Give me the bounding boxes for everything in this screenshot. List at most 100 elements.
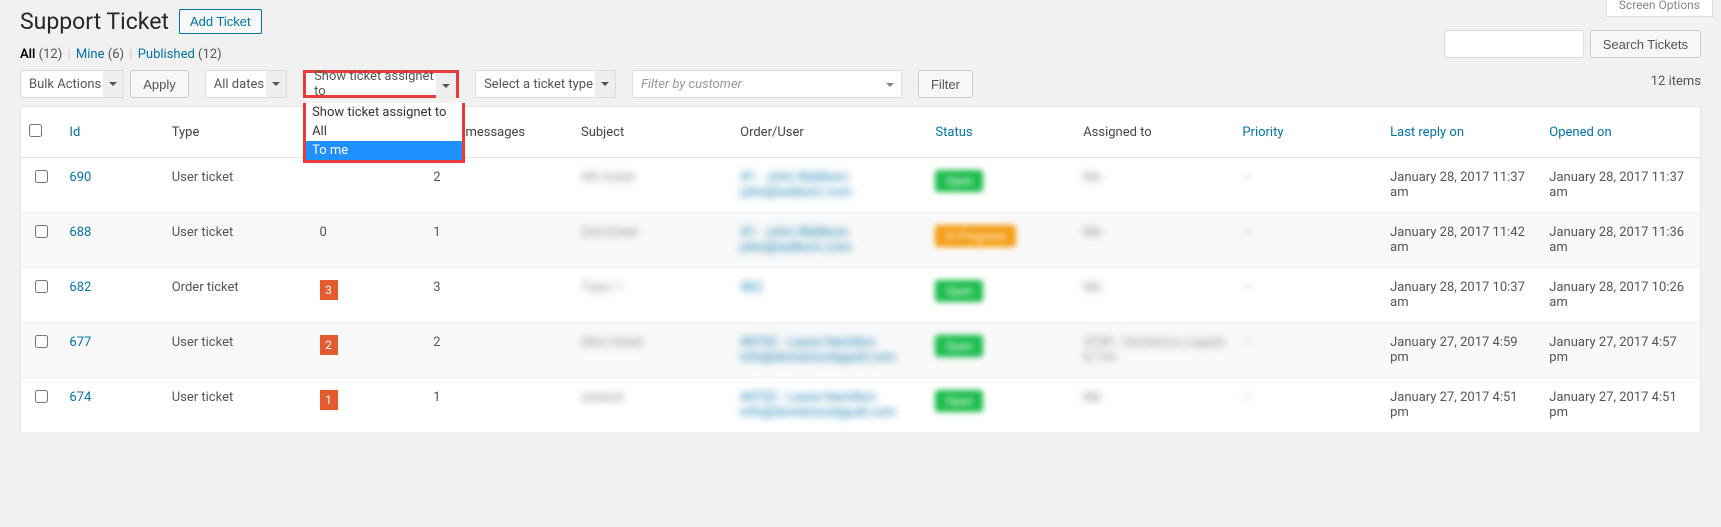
priority: — xyxy=(1242,390,1252,405)
col-priority[interactable]: Priority xyxy=(1234,107,1382,158)
tickets-table: Id Type Unread messages Total messages S… xyxy=(20,106,1701,433)
search-tickets-button[interactable]: Search Tickets xyxy=(1590,30,1701,58)
opened-on: January 27, 2017 4:57 pm xyxy=(1541,323,1700,378)
ticket-type: User ticket xyxy=(164,213,312,268)
filter-published-link[interactable]: Published xyxy=(138,47,195,62)
chevron-down-icon xyxy=(103,71,123,97)
ticket-id-link[interactable]: 674 xyxy=(69,390,91,405)
assigned-to: Me xyxy=(1083,390,1101,405)
last-reply: January 27, 2017 4:51 pm xyxy=(1382,378,1541,433)
all-dates-select[interactable]: All dates xyxy=(205,70,287,98)
status-badge: Open xyxy=(935,280,983,302)
filter-published-count: (12) xyxy=(198,47,222,62)
ticket-id-link[interactable]: 688 xyxy=(69,225,91,240)
last-reply: January 28, 2017 10:37 am xyxy=(1382,268,1541,323)
chevron-down-icon xyxy=(595,71,615,97)
ticket-id-link[interactable]: 677 xyxy=(69,335,91,350)
assigned-to: #700 - Domenico Lagudi & Tim xyxy=(1083,335,1224,365)
unread-badge: 1 xyxy=(320,390,338,410)
table-row: 677 User ticket 2 2 Altro ticket #4702 -… xyxy=(21,323,1701,378)
col-reply[interactable]: Last reply on xyxy=(1382,107,1541,158)
ticket-subject: asdasd xyxy=(581,390,623,405)
last-reply: January 27, 2017 4:59 pm xyxy=(1382,323,1541,378)
ticket-type: User ticket xyxy=(164,378,312,433)
assigned-to-dropdown: Show ticket assignet to All To me xyxy=(303,103,465,163)
status-badge: Open xyxy=(935,170,983,192)
order-user[interactable]: #4702 - Laura Hamilton info@domenicolagu… xyxy=(740,335,896,365)
filter-all-count: (12) xyxy=(39,47,63,62)
caret-down-icon xyxy=(885,79,895,94)
assigned-to: Me xyxy=(1083,170,1101,185)
col-type: Type xyxy=(164,107,312,158)
ticket-subject: Topic 1 xyxy=(581,280,623,295)
screen-options-button[interactable]: Screen Options xyxy=(1606,0,1713,17)
col-user: Order/User xyxy=(732,107,927,158)
total-messages: 2 xyxy=(425,158,573,213)
assigned-option-all[interactable]: All xyxy=(306,122,462,141)
status-badge: In Progress xyxy=(935,225,1016,247)
opened-on: January 27, 2017 4:51 pm xyxy=(1541,378,1700,433)
total-messages: 1 xyxy=(425,213,573,268)
assigned-to: Me xyxy=(1083,225,1101,240)
last-reply: January 28, 2017 11:37 am xyxy=(1382,158,1541,213)
add-ticket-button[interactable]: Add Ticket xyxy=(179,9,262,34)
col-status[interactable]: Status xyxy=(927,107,1075,158)
table-row: 674 User ticket 1 1 asdasd #4702 - Laura… xyxy=(21,378,1701,433)
ticket-subject: 2nd ticket xyxy=(581,225,638,240)
ticket-id-link[interactable]: 682 xyxy=(69,280,91,295)
assigned-option-to-me[interactable]: To me xyxy=(306,141,462,160)
filter-by-customer-select[interactable]: Filter by customer xyxy=(632,70,902,98)
status-badge: Open xyxy=(935,335,983,357)
select-all-checkbox[interactable] xyxy=(29,124,42,137)
last-reply: January 28, 2017 11:42 am xyxy=(1382,213,1541,268)
ticket-type: Order ticket xyxy=(164,268,312,323)
ticket-type-select[interactable]: Select a ticket type xyxy=(475,70,616,98)
chevron-down-icon xyxy=(436,73,456,99)
filter-mine-count: (6) xyxy=(108,47,124,62)
priority: — xyxy=(1242,335,1252,350)
table-row: 690 User ticket 2 4th ticket #1 - John W… xyxy=(21,158,1701,213)
col-opened[interactable]: Opened on xyxy=(1541,107,1700,158)
apply-button[interactable]: Apply xyxy=(130,70,189,98)
col-assigned: Assigned to xyxy=(1075,107,1234,158)
total-messages: 3 xyxy=(425,268,573,323)
unread-count: 0 xyxy=(320,225,327,240)
unread-badge: 3 xyxy=(320,280,338,300)
filter-mine-link[interactable]: Mine xyxy=(76,47,105,62)
priority: — xyxy=(1242,280,1252,295)
ticket-subject: Altro ticket xyxy=(581,335,644,350)
opened-on: January 28, 2017 11:37 am xyxy=(1541,158,1700,213)
status-badge: Open xyxy=(935,390,983,412)
opened-on: January 28, 2017 10:26 am xyxy=(1541,268,1700,323)
order-user[interactable]: #4702 - Laura Hamilton info@domenicolagu… xyxy=(740,390,896,420)
filter-all-link[interactable]: All xyxy=(20,47,35,62)
order-user[interactable]: #62 xyxy=(740,280,763,295)
page-title: Support Ticket xyxy=(20,8,169,35)
ticket-type: User ticket xyxy=(164,323,312,378)
filter-button[interactable]: Filter xyxy=(918,70,973,98)
order-user[interactable]: #1 - John Wallborn john@walborn.com xyxy=(740,170,852,200)
row-checkbox[interactable] xyxy=(35,170,48,183)
table-row: 688 User ticket 0 1 2nd ticket #1 - John… xyxy=(21,213,1701,268)
col-id[interactable]: Id xyxy=(61,107,163,158)
row-checkbox[interactable] xyxy=(35,225,48,238)
ticket-type: User ticket xyxy=(164,158,312,213)
total-messages: 1 xyxy=(425,378,573,433)
priority: — xyxy=(1242,170,1252,185)
chevron-down-icon xyxy=(266,71,286,97)
ticket-id-link[interactable]: 690 xyxy=(69,170,91,185)
col-subject: Subject xyxy=(573,107,732,158)
opened-on: January 28, 2017 11:36 am xyxy=(1541,213,1700,268)
assigned-option-default[interactable]: Show ticket assignet to xyxy=(306,103,462,122)
priority: — xyxy=(1242,225,1252,240)
table-row: 682 Order ticket 3 3 Topic 1 #62 Open Me… xyxy=(21,268,1701,323)
row-checkbox[interactable] xyxy=(35,335,48,348)
unread-badge: 2 xyxy=(320,335,338,355)
assigned-to-select[interactable]: Show ticket assignet to Show ticket assi… xyxy=(303,70,459,98)
total-messages: 2 xyxy=(425,323,573,378)
order-user[interactable]: #1 - John Wallborn john@walborn.com xyxy=(740,225,852,255)
row-checkbox[interactable] xyxy=(35,390,48,403)
bulk-actions-select[interactable]: Bulk Actions xyxy=(20,70,124,98)
row-checkbox[interactable] xyxy=(35,280,48,293)
search-input[interactable] xyxy=(1444,30,1584,58)
